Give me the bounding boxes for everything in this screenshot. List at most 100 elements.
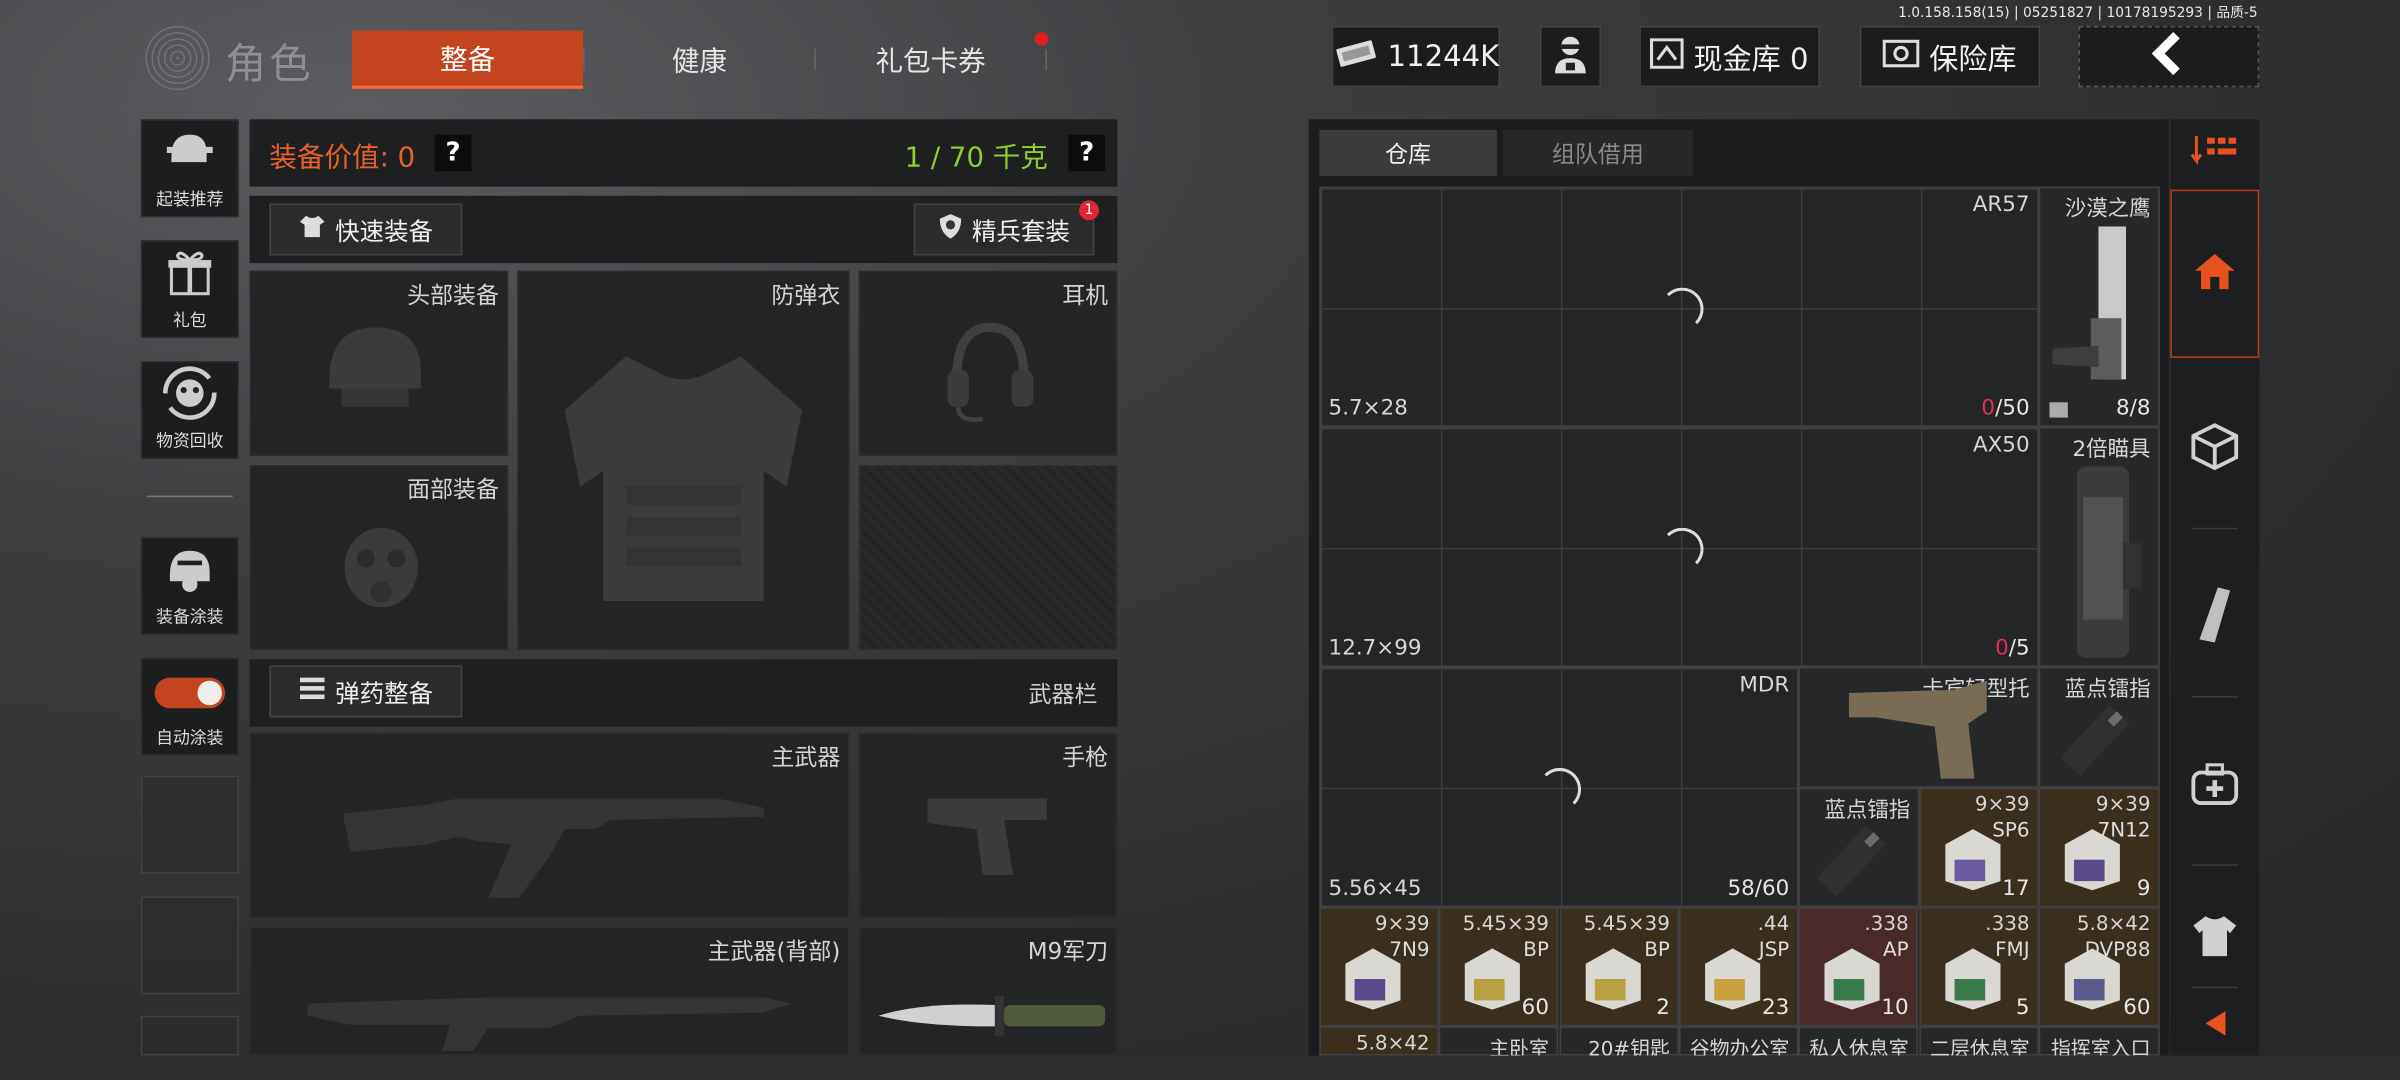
item-mdr[interactable]: MDR 5.56×45 58/60 [1319, 666, 1799, 908]
item-name: 5.8×42 [2076, 913, 2151, 937]
item-name: MDR [1739, 673, 1790, 698]
item-name: .338 [1864, 913, 1909, 937]
primary-back-slot[interactable]: 主武器(背部) [249, 926, 850, 1056]
tab-team-borrow[interactable]: 组队借用 [1503, 130, 1693, 176]
nav-home[interactable] [2170, 189, 2260, 358]
sort-button[interactable] [2170, 132, 2259, 175]
armor-label: 防弹衣 [771, 281, 841, 309]
trader-button[interactable] [1539, 26, 1602, 88]
item-name: 9×39 [1974, 793, 2030, 817]
gift-button[interactable]: 礼包 [140, 240, 239, 339]
item-count: 2 [1656, 995, 1670, 1021]
item-ammo-9x39-sp6[interactable]: 9×39 SP6 17 [1919, 787, 2039, 908]
headset-slot[interactable]: 耳机 [858, 270, 1118, 456]
item-partial[interactable]: 私人休息室 [1798, 1026, 1918, 1062]
ammo-box-icon [2062, 823, 2123, 898]
item-ammo[interactable]: 5.8×42 DVP88 60 [2038, 907, 2160, 1027]
armor-slot[interactable]: 防弹衣 [517, 270, 850, 651]
item-subtype: AP [1883, 939, 1909, 963]
toggle-switch[interactable] [154, 676, 225, 708]
knife-slot[interactable]: M9军刀 [858, 926, 1118, 1056]
headset-icon [944, 318, 1036, 431]
item-subtype: BP [1523, 939, 1549, 963]
item-ammo-9x39-7n12[interactable]: 9×39 7N12 9 [2038, 787, 2160, 908]
cash-vault-button[interactable]: 现金库 0 [1639, 26, 1820, 88]
gift-icon [165, 247, 214, 302]
head-gear-slot[interactable]: 头部装备 [249, 270, 509, 456]
helmet-gun-icon [164, 125, 216, 183]
tab-gift-coupons[interactable]: 礼包卡券 [816, 31, 1046, 89]
item-name: 沙漠之鹰 [2064, 197, 2151, 222]
cube-icon [2190, 422, 2239, 477]
item-count: 8/8 [2116, 396, 2151, 421]
nav-magazines[interactable] [2170, 542, 2259, 695]
item-ammo[interactable]: .338 FMJ 5 [1919, 907, 2039, 1027]
chevron-left-icon [2146, 31, 2192, 83]
nav-medical[interactable] [2170, 710, 2259, 863]
loadout-recommend-label: 起装推荐 [156, 189, 224, 210]
primary-back-label: 主武器(背部) [707, 937, 841, 966]
ammo-prep-button[interactable]: 弹药整备 [269, 665, 463, 718]
item-name: 蓝点镭指 [1824, 798, 1911, 823]
face-gear-slot[interactable]: 面部装备 [249, 465, 509, 651]
item-name: AR57 [1972, 192, 2030, 218]
item-name: 5.45×39 [1462, 913, 1549, 937]
sort-icon [2190, 133, 2239, 173]
primary-weapon-slot[interactable]: 主武器 [249, 732, 850, 918]
item-laser-sight[interactable]: 蓝点镭指 [2038, 666, 2160, 788]
page-title: 角色 [224, 41, 314, 89]
item-ammo[interactable]: .44 JSP 23 [1679, 907, 1799, 1027]
scope-icon [2059, 466, 2151, 664]
help-weight-icon[interactable]: ? [1068, 134, 1106, 172]
item-partial[interactable]: 指挥室入口 [2038, 1026, 2160, 1062]
home-icon [2193, 251, 2236, 297]
item-ammo[interactable]: 9×39 7N9 [1319, 907, 1439, 1027]
item-partial[interactable]: 5.8×42 [1319, 1026, 1439, 1056]
loading-spinner-icon [1660, 527, 1704, 571]
item-desert-eagle[interactable]: 沙漠之鹰 8/8 [2038, 186, 2160, 427]
item-ammo: 0/50 [1981, 396, 2030, 421]
pistol-slot[interactable]: 手枪 [858, 732, 1118, 918]
item-laser-sight[interactable]: 蓝点镭指 [1798, 787, 1920, 908]
elite-set-button[interactable]: 精兵套装 [913, 203, 1095, 256]
recycle-button[interactable]: 物资回收 [140, 361, 239, 459]
safe-icon [1883, 37, 1921, 75]
item-partial[interactable]: 20#钥匙 [1559, 1026, 1680, 1062]
item-ammo[interactable]: .338 AP 10 [1798, 907, 1918, 1027]
item-ar57[interactable]: AR57 5.7×28 0/50 [1319, 186, 2039, 427]
back-button[interactable] [2078, 26, 2260, 88]
knife-label: M9军刀 [1027, 937, 1109, 966]
loadout-recommend-button[interactable]: 起装推荐 [140, 119, 239, 218]
item-name: 9×39 [1374, 913, 1430, 937]
locked-slot [858, 465, 1118, 651]
item-partial[interactable]: 主卧室 [1438, 1026, 1559, 1062]
empty-side-slot [140, 1015, 239, 1056]
item-ammo[interactable]: 5.45×39 BP 60 [1438, 907, 1559, 1027]
safe-button[interactable]: 保险库 [1859, 26, 2041, 88]
ammo-box-icon [1942, 823, 2003, 898]
shirt-icon [298, 214, 326, 245]
skin-button[interactable]: 装备涂装 [140, 536, 239, 635]
collapse-button[interactable] [2170, 1000, 2259, 1052]
item-partial[interactable]: 谷物办公室 [1679, 1026, 1799, 1062]
item-partial[interactable]: 二层休息室 [1919, 1026, 2039, 1062]
equip-value: 装备价值: 0 [269, 142, 416, 175]
help-value-icon[interactable]: ? [434, 134, 472, 172]
tab-equip[interactable]: 整备 [352, 30, 584, 89]
tab-warehouse[interactable]: 仓库 [1319, 130, 1497, 176]
version-text: 1.0.158.158(15) | 05251827 | 10178195293… [1898, 6, 2258, 22]
item-ammo[interactable]: 5.45×39 BP 2 [1559, 907, 1680, 1027]
ammo-box-icon [2049, 402, 2068, 418]
nav-containers[interactable] [2170, 373, 2259, 526]
auto-skin-toggle[interactable]: 自动涂装 [140, 657, 239, 756]
item-count: 5 [2015, 995, 2030, 1021]
item-carbine-stock[interactable]: 卡宾轻型托 [1798, 666, 2039, 788]
ammo-bar: 弹药整备 武器栏 [249, 659, 1118, 727]
item-ax50[interactable]: AX50 12.7×99 0/5 [1319, 426, 2039, 667]
tab-health[interactable]: 健康 [585, 31, 815, 89]
quick-equip-button[interactable]: 快速装备 [269, 203, 463, 256]
item-2x-scope[interactable]: 2倍瞄具 [2038, 426, 2160, 667]
cash-vault-label: 现金库 0 [1693, 42, 1809, 76]
knife-icon [876, 990, 1113, 1045]
nav-clothing[interactable] [2170, 878, 2259, 1000]
